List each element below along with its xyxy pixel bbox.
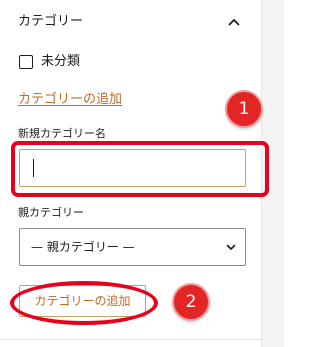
category-item[interactable]: 未分類 bbox=[19, 53, 80, 71]
chevron-down-icon bbox=[226, 244, 236, 250]
panel-title: カテゴリー bbox=[18, 14, 84, 29]
category-label: 未分類 bbox=[41, 54, 81, 69]
step-badge-1: 1 bbox=[227, 92, 261, 126]
step-badge-2: 2 bbox=[174, 285, 208, 319]
chevron-up-icon[interactable] bbox=[226, 14, 242, 30]
category-panel: カテゴリー 未分類 カテゴリーの追加 新規カテゴリー名 親カテゴリー — 親カテ… bbox=[0, 0, 284, 347]
add-category-link[interactable]: カテゴリーの追加 bbox=[18, 91, 122, 109]
parent-category-value: — 親カテゴリー — bbox=[31, 240, 135, 254]
parent-category-select[interactable]: — 親カテゴリー — bbox=[19, 228, 246, 266]
highlight-box-input bbox=[11, 141, 269, 197]
divider bbox=[0, 339, 261, 340]
parent-category-label: 親カテゴリー bbox=[18, 206, 84, 219]
category-checkbox[interactable] bbox=[19, 55, 33, 69]
highlight-oval-button bbox=[10, 281, 158, 325]
new-category-label: 新規カテゴリー名 bbox=[18, 127, 106, 140]
